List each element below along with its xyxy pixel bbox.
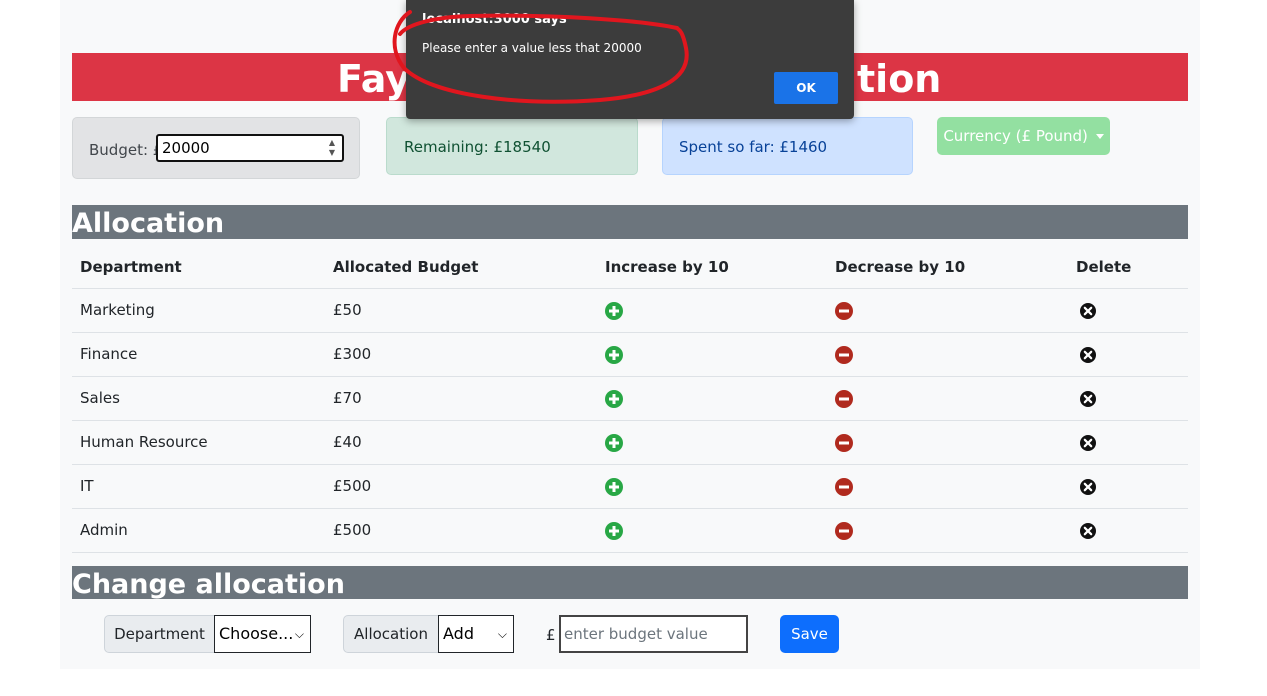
change-allocation-heading-text: Change allocation (72, 569, 345, 600)
allocated-budget: £500 (333, 477, 372, 495)
department-name: Human Resource (80, 433, 208, 451)
chevron-down-icon: ⌵ (497, 627, 507, 641)
allocated-budget: £40 (333, 433, 362, 451)
currency-dropdown-button[interactable]: Currency (£ Pound) (937, 117, 1110, 155)
x-circle-icon[interactable] (1079, 390, 1097, 408)
allocation-heading: Allocation (72, 205, 1188, 239)
budget-input[interactable] (156, 134, 344, 162)
currency-label: Currency (£ Pound) (943, 127, 1088, 145)
department-name: Sales (80, 389, 120, 407)
allocated-budget: £50 (333, 301, 362, 319)
allocation-heading-text: Allocation (72, 208, 225, 239)
department-name: IT (80, 477, 94, 495)
table-row: Marketing £50 (72, 289, 1188, 333)
minus-circle-icon[interactable] (835, 478, 853, 496)
minus-circle-icon[interactable] (835, 390, 853, 408)
chevron-down-icon: ⌵ (294, 627, 304, 641)
allocation-type-select[interactable]: Add ⌵ (438, 615, 514, 653)
budget-label: Budget: £ (89, 141, 163, 159)
plus-circle-icon[interactable] (605, 522, 623, 540)
budget-spinner[interactable]: ▲ ▼ (325, 138, 339, 160)
allocation-table: Department Allocated Budget Increase by … (72, 247, 1188, 553)
column-header: Increase by 10 (605, 258, 729, 276)
change-allocation-heading: Change allocation (72, 566, 1188, 600)
allocated-budget: £70 (333, 389, 362, 407)
table-row: Human Resource £40 (72, 421, 1188, 465)
alert-ok-button[interactable]: OK (774, 72, 838, 104)
plus-circle-icon[interactable] (605, 434, 623, 452)
minus-circle-icon[interactable] (835, 302, 853, 320)
allocation-label: Allocation (343, 615, 439, 653)
plus-circle-icon[interactable] (605, 390, 623, 408)
x-circle-icon[interactable] (1079, 346, 1097, 364)
column-header: Delete (1076, 258, 1132, 276)
alert-message: Please enter a value less that 20000 (422, 41, 642, 55)
alert-dialog: localhost:3000 says Please enter a value… (406, 0, 854, 119)
department-select[interactable]: Choose... ⌵ (214, 615, 311, 653)
alert-title: localhost:3000 says (422, 12, 567, 27)
table-row: Finance £300 (72, 333, 1188, 377)
column-header: Allocated Budget (333, 258, 479, 276)
spent-card: Spent so far: £1460 (662, 117, 913, 175)
minus-circle-icon[interactable] (835, 522, 853, 540)
remaining-text: Remaining: £18540 (404, 138, 551, 156)
remaining-card: Remaining: £18540 (386, 117, 638, 175)
budget-value-input[interactable]: enter budget value (559, 615, 748, 653)
table-header-row: Department Allocated Budget Increase by … (72, 247, 1188, 289)
currency-symbol: £ (546, 626, 556, 644)
plus-circle-icon[interactable] (605, 302, 623, 320)
plus-circle-icon[interactable] (605, 346, 623, 364)
minus-circle-icon[interactable] (835, 346, 853, 364)
budget-value-placeholder: enter budget value (564, 625, 708, 643)
allocated-budget: £500 (333, 521, 372, 539)
page-title-tail: tion (857, 57, 942, 101)
x-circle-icon[interactable] (1079, 434, 1097, 452)
column-header: Department (80, 258, 182, 276)
x-circle-icon[interactable] (1079, 302, 1097, 320)
save-button[interactable]: Save (780, 615, 839, 653)
department-name: Marketing (80, 301, 155, 319)
department-name: Finance (80, 345, 138, 363)
x-circle-icon[interactable] (1079, 522, 1097, 540)
department-name: Admin (80, 521, 128, 539)
allocated-budget: £300 (333, 345, 372, 363)
column-header: Decrease by 10 (835, 258, 966, 276)
table-row: Admin £500 (72, 509, 1188, 553)
department-label: Department (104, 615, 215, 653)
table-row: Sales £70 (72, 377, 1188, 421)
plus-circle-icon[interactable] (605, 478, 623, 496)
table-row: IT £500 (72, 465, 1188, 509)
caret-down-icon (1095, 134, 1104, 139)
x-circle-icon[interactable] (1079, 478, 1097, 496)
spent-text: Spent so far: £1460 (679, 138, 828, 156)
minus-circle-icon[interactable] (835, 434, 853, 452)
